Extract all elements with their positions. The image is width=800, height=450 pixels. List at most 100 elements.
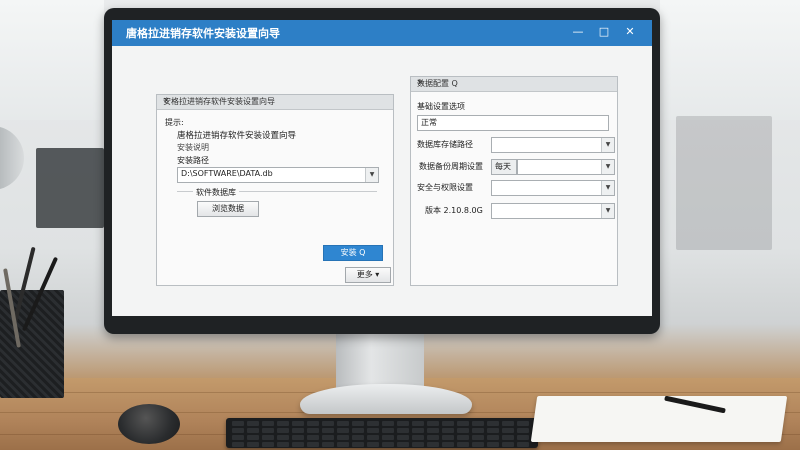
keyboard-key (352, 442, 364, 447)
keyboard-key (292, 435, 304, 440)
keyboard-key (427, 421, 439, 426)
keyboard-key (307, 428, 319, 433)
keyboard-key (412, 421, 424, 426)
row3-select[interactable]: ▼ (517, 159, 615, 175)
lamp (0, 126, 24, 190)
row2-select[interactable]: ▼ (491, 137, 615, 153)
keyboard-key (472, 421, 484, 426)
keyboard-key (337, 435, 349, 440)
keyboard-key (292, 442, 304, 447)
more-button[interactable]: 更多 ▾ (345, 267, 391, 283)
keyboard-key (397, 428, 409, 433)
config-dialog: 数据配置 Q ✕ 基础设置选项 正常 数据库存储路径 ▼ 数据备份周期设置 每天… (410, 76, 618, 286)
screen: 唐格拉进销存软件安装设置向导 — □ ✕ 安格拉进销存软件安装设置向导 ✕ 提示… (112, 20, 652, 316)
keyboard-key (262, 428, 274, 433)
keyboard-key (307, 421, 319, 426)
keyboard-key (352, 428, 364, 433)
minimize-button[interactable]: — (568, 23, 588, 41)
keyboard-key (337, 421, 349, 426)
keyboard-key (487, 435, 499, 440)
row1-value: 正常 (421, 118, 437, 127)
path-label: 安装路径 (177, 156, 209, 165)
browse-button[interactable]: 浏览数据 (197, 201, 259, 217)
row3-chip-text: 每天 (495, 162, 511, 171)
keyboard-key (292, 421, 304, 426)
chevron-down-icon[interactable]: ▼ (601, 204, 614, 218)
keyboard-key (322, 442, 334, 447)
window-light-left (0, 0, 104, 120)
app-title: 唐格拉进销存软件安装设置向导 (126, 27, 280, 40)
section-label: 提示: (165, 118, 184, 127)
keyboard-key (247, 435, 259, 440)
keyboard-key (427, 428, 439, 433)
keyboard-key (292, 428, 304, 433)
keyboard-key (427, 442, 439, 447)
keyboard-key (277, 421, 289, 426)
keyboard-key (382, 442, 394, 447)
row2-label: 数据库存储路径 (417, 140, 473, 149)
keyboard-key (247, 428, 259, 433)
keyboard-key (232, 428, 244, 433)
setup-dialog: 安格拉进销存软件安装设置向导 ✕ 提示: 唐格拉进销存软件安装设置向导 安装说明… (156, 94, 394, 286)
keyboard-key (457, 435, 469, 440)
keyboard-key (382, 435, 394, 440)
notebook (530, 396, 788, 442)
keyboard-key (382, 421, 394, 426)
chevron-down-icon[interactable]: ▼ (365, 168, 378, 182)
keyboard-key (442, 442, 454, 447)
setup-dialog-titlebar: 安格拉进销存软件安装设置向导 ✕ (157, 95, 393, 110)
keyboard-key (517, 421, 529, 426)
keyboard-key (367, 421, 379, 426)
keyboard-key (412, 435, 424, 440)
row1-field[interactable]: 正常 (417, 115, 609, 131)
keyboard-key (397, 435, 409, 440)
bookshelf-right (676, 116, 772, 250)
keyboard-key (337, 442, 349, 447)
close-button[interactable]: ✕ (620, 23, 640, 41)
row5-label: 版本 2.10.8.0G (425, 206, 483, 215)
group-label: 软件数据库 (193, 187, 239, 198)
keyboard-key (472, 442, 484, 447)
keyboard-key (472, 435, 484, 440)
keyboard-key (262, 435, 274, 440)
keyboard-key (307, 435, 319, 440)
window-light-right (660, 0, 800, 120)
keyboard-key (412, 428, 424, 433)
keyboard-key (322, 428, 334, 433)
maximize-button[interactable]: □ (594, 23, 614, 41)
keyboard-key (517, 442, 529, 447)
install-button[interactable]: 安装 Q (323, 245, 383, 261)
row5-select[interactable]: ▼ (491, 203, 615, 219)
chevron-down-icon[interactable]: ▼ (601, 138, 614, 152)
keyboard-key (487, 421, 499, 426)
keyboard-key (442, 421, 454, 426)
keyboard-key (232, 435, 244, 440)
keyboard-key (457, 442, 469, 447)
path-select[interactable]: D:\SOFTWARE\DATA.db ▼ (177, 167, 379, 183)
keyboard-key (442, 428, 454, 433)
keyboard-key (502, 428, 514, 433)
close-icon[interactable]: ✕ (163, 96, 389, 105)
keyboard-key (517, 428, 529, 433)
keyboard-key (352, 421, 364, 426)
keyboard-key (322, 435, 334, 440)
row3-chip[interactable]: 每天 (491, 159, 517, 175)
close-icon[interactable]: ✕ (417, 78, 613, 87)
sub-label: 安装说明 (177, 143, 209, 152)
keyboard (226, 418, 538, 448)
keyboard-key (247, 442, 259, 447)
config-dialog-titlebar: 数据配置 Q ✕ (411, 77, 617, 92)
keyboard-key (472, 428, 484, 433)
keyboard-key (352, 435, 364, 440)
keyboard-key (262, 421, 274, 426)
row4-select[interactable]: ▼ (491, 180, 615, 196)
keyboard-key (247, 421, 259, 426)
keyboard-key (277, 435, 289, 440)
keyboard-key (322, 421, 334, 426)
path-value: D:\SOFTWARE\DATA.db (181, 169, 273, 178)
keyboard-key (367, 435, 379, 440)
monitor-stand-neck (336, 330, 424, 390)
chevron-down-icon[interactable]: ▼ (601, 160, 614, 174)
keyboard-key (487, 428, 499, 433)
chevron-down-icon[interactable]: ▼ (601, 181, 614, 195)
